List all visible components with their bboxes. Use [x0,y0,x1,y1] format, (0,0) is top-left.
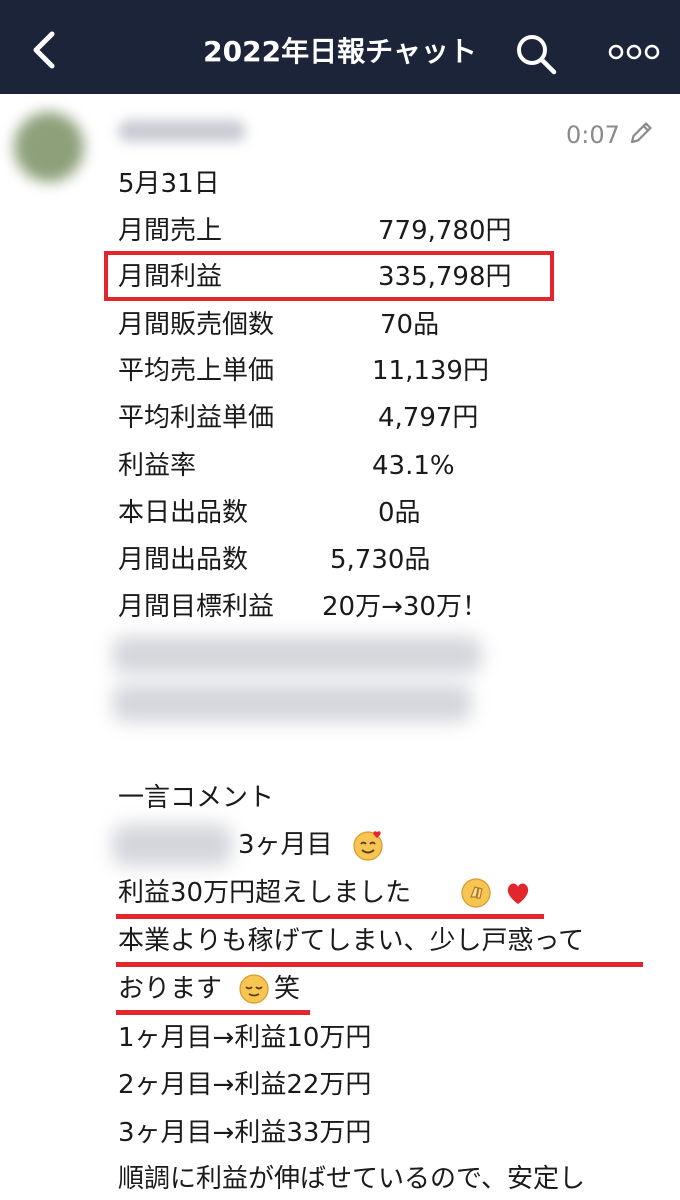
stat-value: 779,780円 [378,216,512,246]
underline [116,1010,310,1015]
progress-line: 1ヶ月目→利益10万円 [118,1023,372,1053]
stat-label: 利益率 [118,451,197,481]
redacted-word [112,824,232,866]
stat-label: 平均売上単価 [118,356,275,386]
chat-header: 2022年日報チャット [0,0,680,94]
avatar[interactable] [14,112,84,182]
message-time: 0:07 [566,121,620,149]
comment-line: 笑 [274,974,301,1004]
stat-value: 0品 [378,498,421,528]
pencil-icon [630,122,652,144]
edit-button[interactable] [628,120,654,146]
redacted-line [112,684,472,722]
more-dots-icon [608,44,660,60]
search-icon [517,35,557,75]
stat-label: 月間売上 [118,216,223,246]
comment-line: 3ヶ月目 [238,830,333,860]
stat-label: 本日出品数 [118,498,249,528]
chevron-left-icon [33,31,55,69]
relieved-face-emoji-icon [239,974,269,1004]
stat-value: 20万→30万！ [322,592,488,622]
stat-label: 月間販売個数 [118,310,275,340]
stat-value: 4,797円 [378,403,479,433]
comment-line: 利益30万円超えしました [118,878,412,908]
stat-label: 平均利益単価 [118,403,275,433]
stat-value: 70品 [380,310,440,340]
underline [116,962,643,967]
comment-line: おります [118,974,223,1004]
stat-label: 月間目標利益 [118,592,275,622]
progress-line: 3ヶ月目→利益33万円 [118,1118,372,1148]
back-button[interactable] [26,30,66,70]
smiling-face-with-hearts-emoji-icon [353,831,383,861]
search-button[interactable] [514,32,558,76]
message-date: 5月31日 [118,169,220,199]
chat-title: 2022年日報チャット [203,35,477,68]
comment-line: 本業よりも稼げてしまい、少し戸惑って [118,926,585,956]
sender-name-redacted [118,120,246,142]
stat-label: 月間出品数 [118,545,249,575]
clapping-hands-emoji-icon [461,878,491,908]
more-button[interactable] [606,38,662,66]
progress-line: 2ヶ月目→利益22万円 [118,1070,372,1100]
stat-value: 5,730品 [330,545,431,575]
underline [116,914,544,919]
red-heart-emoji-icon [507,883,529,904]
stat-value: 43.1% [372,451,455,481]
stat-value: 11,139円 [372,356,489,386]
highlight-box [104,251,554,301]
message-last-line: 順調に利益が伸ばせているので、安定し [118,1164,585,1194]
comment-heading: 一言コメント [118,783,275,813]
redacted-line [112,636,482,674]
